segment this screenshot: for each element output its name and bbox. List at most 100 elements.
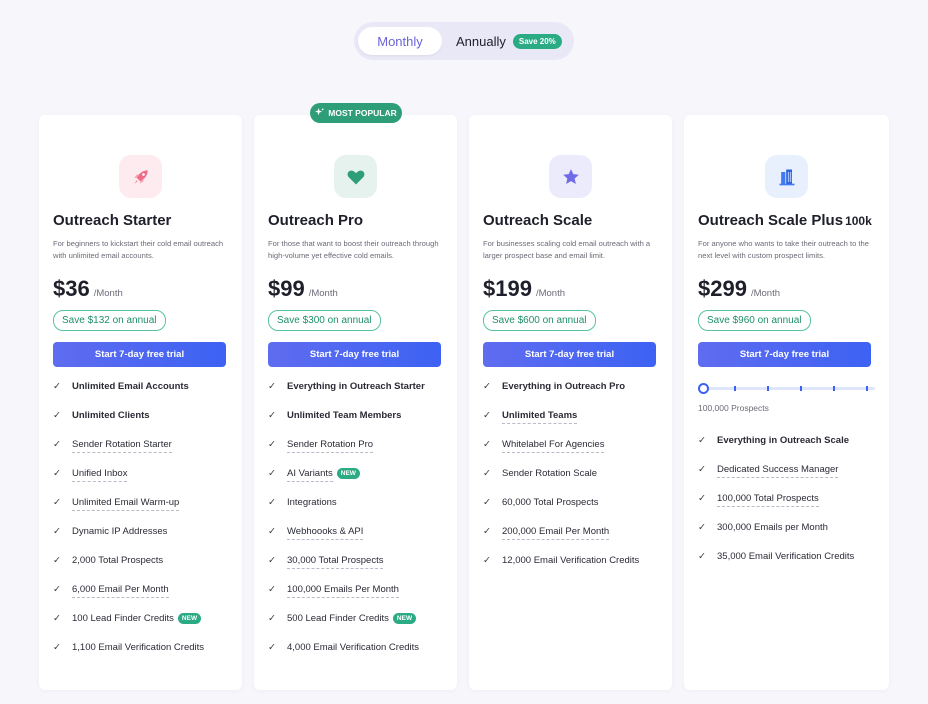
list-item: ✓ 1,100 Email Verification Credits — [53, 642, 228, 671]
feature-label[interactable]: 200,000 Email Per Month — [502, 526, 610, 540]
monthly-option[interactable]: Monthly — [358, 27, 442, 55]
feature-label[interactable]: Sender Rotation Pro — [287, 439, 374, 453]
annually-option[interactable]: Annually Save 20% — [456, 33, 562, 49]
slider-tick — [866, 386, 868, 391]
annually-label: Annually — [456, 33, 506, 49]
check-icon: ✓ — [483, 410, 491, 421]
list-item: ✓ 2,000 Total Prospects — [53, 555, 228, 584]
building-icon — [765, 155, 808, 198]
plan-card-scale: Outreach Scale For businesses scaling co… — [469, 115, 672, 690]
check-icon: ✓ — [53, 555, 61, 566]
feature-label[interactable]: Whitelabel For Agencies — [502, 439, 605, 453]
list-item: ✓ 100 Lead Finder Credits NEW — [53, 613, 228, 642]
price-row: $36 /Month — [53, 276, 228, 304]
feature-label: 12,000 Email Verification Credits — [502, 555, 640, 566]
list-item: ✓ 60,000 Total Prospects — [483, 497, 658, 526]
feature-label[interactable]: Unlimited Email Warm-up — [72, 497, 180, 511]
start-trial-button[interactable]: Start 7-day free trial — [483, 342, 656, 367]
slider-track[interactable] — [698, 387, 875, 390]
feature-label: 60,000 Total Prospects — [502, 497, 599, 508]
check-icon: ✓ — [483, 381, 491, 392]
check-icon: ✓ — [483, 439, 491, 450]
feature-list: ✓ Everything in Outreach Scale ✓ Dedicated… — [698, 435, 875, 580]
list-item: ✓ Everything in Outreach Starter — [268, 381, 443, 410]
feature-label: Unlimited Team Members — [287, 410, 402, 421]
feature-label: 2,000 Total Prospects — [72, 555, 164, 566]
list-item: ✓ Sender Rotation Starter — [53, 439, 228, 468]
check-icon: ✓ — [698, 551, 706, 562]
check-icon: ✓ — [483, 468, 491, 479]
list-item: ✓ Unlimited Teams — [483, 410, 658, 439]
feature-label[interactable]: Webhoooks & API — [287, 526, 364, 540]
star-icon — [549, 155, 592, 198]
plan-card-starter: Outreach Starter For beginners to kickst… — [39, 115, 242, 690]
billing-toggle[interactable]: Monthly Annually Save 20% — [354, 22, 574, 60]
feature-label: Unlimited Email Accounts — [72, 381, 189, 392]
plan-name-suffix: 100k — [845, 214, 872, 228]
list-item: ✓ Sender Rotation Scale — [483, 468, 658, 497]
plan-name: Outreach Scale Plus 100k — [698, 212, 875, 232]
list-item: ✓ 300,000 Emails per Month — [698, 522, 875, 551]
feature-label: 500 Lead Finder Credits — [287, 613, 389, 624]
check-icon: ✓ — [268, 642, 276, 653]
start-trial-button[interactable]: Start 7-day free trial — [268, 342, 441, 367]
check-icon: ✓ — [268, 497, 276, 508]
check-icon: ✓ — [268, 381, 276, 392]
slider-handle[interactable] — [698, 383, 709, 394]
sparkle-icon — [315, 107, 324, 119]
list-item: ✓ Unified Inbox — [53, 468, 228, 497]
most-popular-badge: MOST POPULAR — [310, 103, 402, 123]
check-icon: ✓ — [698, 493, 706, 504]
feature-label[interactable]: Unlimited Teams — [502, 410, 578, 424]
feature-label: Integrations — [287, 497, 337, 508]
feature-label: 35,000 Email Verification Credits — [717, 551, 855, 562]
check-icon: ✓ — [698, 464, 706, 475]
feature-label: 4,000 Email Verification Credits — [287, 642, 420, 653]
start-trial-button[interactable]: Start 7-day free trial — [53, 342, 226, 367]
check-icon: ✓ — [53, 439, 61, 450]
feature-label: Everything in Outreach Scale — [717, 435, 849, 446]
check-icon: ✓ — [53, 584, 61, 595]
check-icon: ✓ — [268, 584, 276, 595]
check-icon: ✓ — [483, 555, 491, 566]
feature-list: ✓ Unlimited Email Accounts ✓ Unlimited Cli… — [53, 381, 228, 671]
plan-name: Outreach Starter — [53, 212, 172, 229]
feature-label: 300,000 Emails per Month — [717, 522, 828, 533]
feature-label[interactable]: Dedicated Success Manager — [717, 464, 839, 478]
plan-price: $299 — [698, 276, 747, 301]
price-row: $199 /Month — [483, 276, 658, 304]
slider-tick — [734, 386, 736, 391]
feature-label[interactable]: AI Variants — [287, 468, 333, 482]
plan-price: $199 — [483, 276, 532, 301]
feature-label: Everything in Outreach Pro — [502, 381, 625, 392]
list-item: ✓ Webhoooks & API — [268, 526, 443, 555]
feature-label[interactable]: Unified Inbox — [72, 468, 128, 482]
feature-label[interactable]: 30,000 Total Prospects — [287, 555, 384, 569]
check-icon: ✓ — [53, 642, 61, 653]
check-icon: ✓ — [268, 468, 276, 479]
start-trial-button[interactable]: Start 7-day free trial — [698, 342, 871, 367]
feature-label[interactable]: Sender Rotation Starter — [72, 439, 172, 453]
price-row: $299 /Month — [698, 276, 875, 304]
list-item: ✓ Unlimited Clients — [53, 410, 228, 439]
price-period: /Month — [93, 288, 123, 299]
plan-description: For businesses scaling cold email outrea… — [483, 239, 651, 260]
feature-label: Dynamic IP Addresses — [72, 526, 168, 537]
check-icon: ✓ — [53, 613, 61, 624]
price-period: /Month — [535, 288, 565, 299]
annual-savings-badge: Save $300 on annual — [268, 310, 381, 331]
check-icon: ✓ — [483, 497, 491, 508]
list-item: ✓ 35,000 Email Verification Credits — [698, 551, 875, 580]
plan-name-text: Outreach Scale Plus — [698, 212, 844, 229]
feature-label[interactable]: 100,000 Emails Per Month — [287, 584, 399, 598]
list-item: ✓ Everything in Outreach Scale — [698, 435, 875, 464]
feature-label[interactable]: 100,000 Total Prospects — [717, 493, 819, 507]
new-badge: NEW — [336, 468, 360, 479]
check-icon: ✓ — [483, 526, 491, 537]
feature-label[interactable]: 6,000 Email Per Month — [72, 584, 169, 598]
check-icon: ✓ — [53, 468, 61, 479]
feature-label: 1,100 Email Verification Credits — [72, 642, 205, 653]
prospects-slider[interactable] — [698, 383, 875, 395]
most-popular-label: MOST POPULAR — [328, 108, 397, 118]
list-item: ✓ Whitelabel For Agencies — [483, 439, 658, 468]
